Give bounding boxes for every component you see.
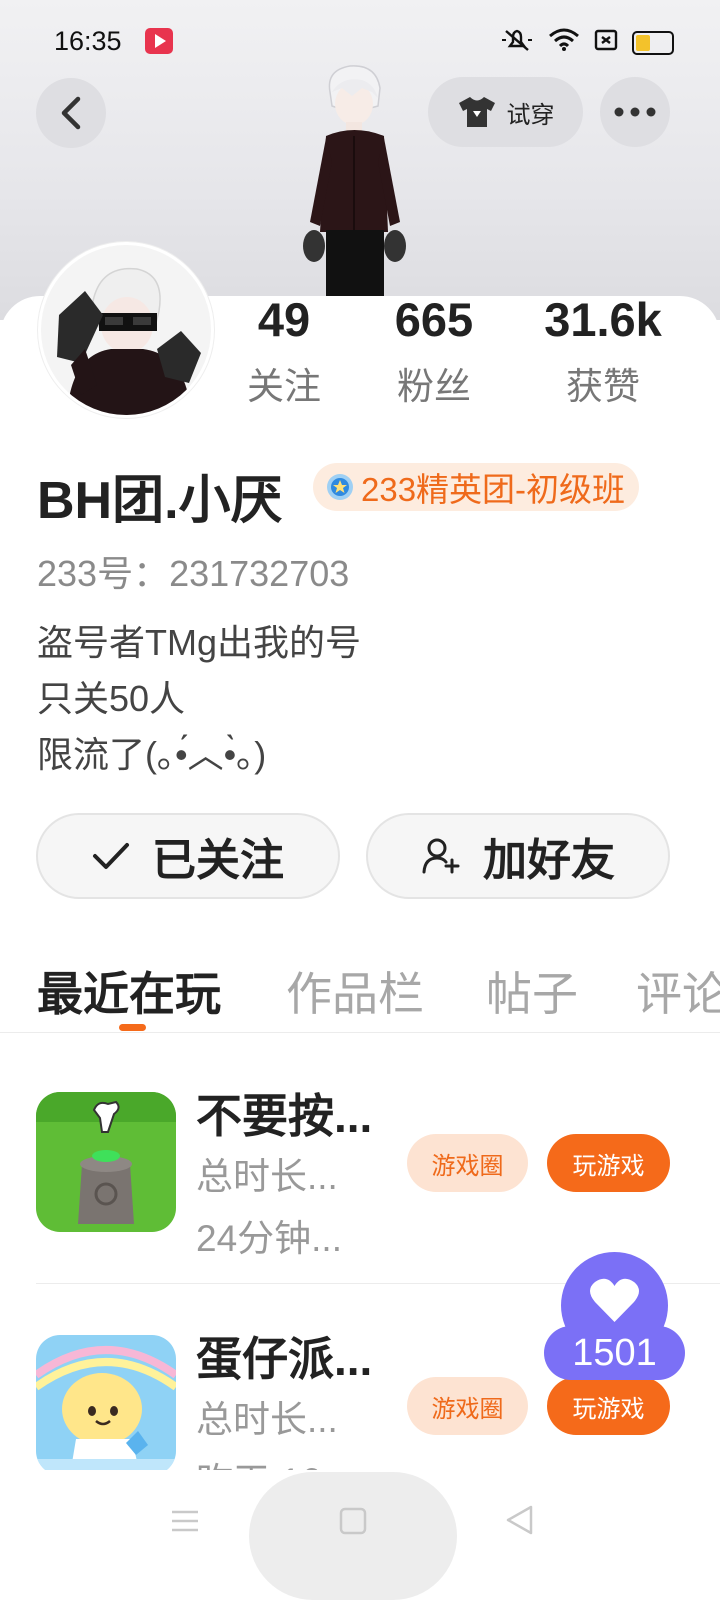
- bio-line: 限流了(｡•́︿•̀｡): [37, 734, 267, 775]
- battery-icon: [632, 30, 674, 55]
- status-icons: [500, 28, 674, 57]
- avatar[interactable]: [38, 242, 214, 418]
- elite-group-badge[interactable]: 233精英团-初级班: [313, 463, 640, 511]
- add-user-icon: [422, 838, 460, 874]
- bio: 盗号者TMg出我的号 只关50人 限流了(｡•́︿•̀｡): [37, 615, 361, 783]
- back-triangle-icon[interactable]: [504, 1504, 536, 1536]
- play-game-button[interactable]: 玩游戏: [547, 1134, 670, 1192]
- chevron-left-icon: [61, 96, 81, 130]
- try-on-button[interactable]: 试穿: [428, 77, 583, 147]
- add-friend-button[interactable]: 加好友: [366, 813, 670, 899]
- wifi-icon: [548, 28, 580, 57]
- stat-likes-count: 31.6k: [544, 293, 662, 346]
- bio-line: 只关50人: [37, 678, 186, 719]
- video-app-notification-icon: [145, 28, 173, 54]
- avatar-character-3d[interactable]: [292, 62, 412, 302]
- more-options-button[interactable]: [600, 77, 670, 147]
- tab-recently-played[interactable]: 最近在玩: [37, 958, 221, 1024]
- active-tab-indicator: [119, 1024, 146, 1031]
- tshirt-icon: [458, 97, 495, 127]
- tab-comments[interactable]: 评论: [636, 958, 720, 1024]
- heart-icon: [590, 1278, 639, 1322]
- screen-cast-icon: [594, 29, 618, 56]
- stat-likes-label: 获赞: [566, 366, 640, 407]
- tab-posts[interactable]: 帖子: [486, 958, 578, 1024]
- badge-label: 233精英团-初级班: [361, 471, 626, 508]
- game-playtime: 总时长...: [196, 1156, 338, 1197]
- back-button[interactable]: [36, 78, 106, 148]
- following-button[interactable]: 已关注: [36, 813, 340, 899]
- checkmark-icon: [93, 843, 129, 869]
- profile-tabs: 最近在玩 作品栏 帖子 评论: [0, 950, 720, 1033]
- following-label: 已关注: [152, 836, 284, 885]
- stat-fans-label: 粉丝: [397, 366, 471, 407]
- game-playtime: 总时长...: [196, 1399, 338, 1440]
- tab-works[interactable]: 作品栏: [286, 958, 424, 1024]
- stat-likes[interactable]: 31.6k 获赞: [528, 292, 678, 410]
- game-circle-button[interactable]: 游戏圈: [407, 1134, 528, 1192]
- game-icon: [36, 1092, 176, 1232]
- status-time: 16:35: [54, 26, 122, 56]
- system-navigation-bar: [0, 1470, 720, 1600]
- medal-icon: [327, 474, 353, 500]
- play-game-button[interactable]: 玩游戏: [547, 1377, 670, 1435]
- stat-following[interactable]: 49 关注: [240, 292, 328, 410]
- stat-fans[interactable]: 665 粉丝: [375, 292, 493, 410]
- stat-fans-count: 665: [394, 293, 474, 346]
- mute-icon: [500, 28, 534, 57]
- home-square-icon[interactable]: [338, 1506, 368, 1536]
- bio-line: 盗号者TMg出我的号: [37, 622, 362, 663]
- game-title: 不要按...: [196, 1090, 373, 1142]
- try-on-label: 试穿: [506, 101, 555, 129]
- game-title: 蛋仔派...: [196, 1333, 373, 1385]
- menu-icon[interactable]: [170, 1506, 200, 1536]
- floating-like-count: 1501: [544, 1326, 685, 1380]
- stat-following-label: 关注: [247, 366, 321, 407]
- navigation-pill: [249, 1472, 457, 1600]
- stat-following-count: 49: [257, 293, 311, 346]
- username: BH团.小厌: [37, 472, 283, 530]
- game-last-played: 24分钟...: [196, 1218, 342, 1259]
- more-dots-icon: [614, 107, 656, 117]
- user-id[interactable]: 233号：231732703: [37, 545, 349, 597]
- game-circle-button[interactable]: 游戏圈: [407, 1377, 528, 1435]
- game-icon: [36, 1335, 176, 1475]
- add-friend-label: 加好友: [483, 836, 615, 885]
